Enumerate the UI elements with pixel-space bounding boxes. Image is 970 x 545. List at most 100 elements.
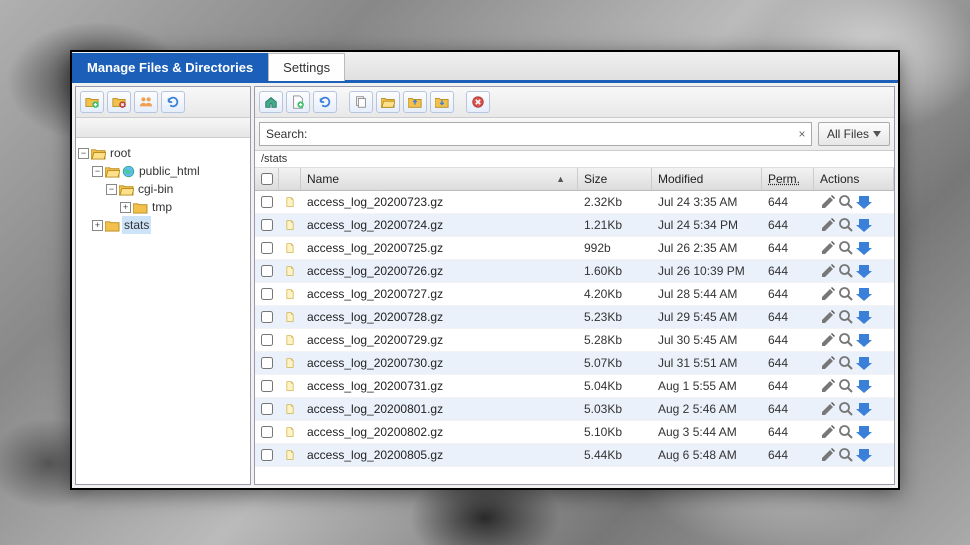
edit-icon[interactable] xyxy=(820,286,836,302)
search-icon[interactable] xyxy=(838,240,854,256)
expand-toggle[interactable]: + xyxy=(120,202,131,213)
search-input[interactable] xyxy=(313,123,793,145)
file-perm[interactable]: 644 xyxy=(762,287,814,301)
file-perm[interactable]: 644 xyxy=(762,195,814,209)
file-perm[interactable]: 644 xyxy=(762,448,814,462)
search-icon[interactable] xyxy=(838,194,854,210)
tab-manage-files[interactable]: Manage Files & Directories xyxy=(72,53,268,81)
delete-button[interactable] xyxy=(466,91,490,113)
file-name[interactable]: access_log_20200801.gz xyxy=(301,402,578,416)
tree-label[interactable]: tmp xyxy=(150,198,174,216)
download-icon[interactable] xyxy=(856,355,872,371)
row-checkbox[interactable] xyxy=(261,403,273,415)
home-button[interactable] xyxy=(259,91,283,113)
download-icon[interactable] xyxy=(856,332,872,348)
row-checkbox[interactable] xyxy=(261,380,273,392)
search-icon[interactable] xyxy=(838,217,854,233)
users-button[interactable] xyxy=(134,91,158,113)
download-icon[interactable] xyxy=(856,401,872,417)
refresh-button[interactable] xyxy=(313,91,337,113)
search-icon[interactable] xyxy=(838,447,854,463)
file-row[interactable]: access_log_20200731.gz5.04KbAug 1 5:55 A… xyxy=(255,375,894,398)
new-file-button[interactable] xyxy=(286,91,310,113)
file-row[interactable]: access_log_20200724.gz1.21KbJul 24 5:34 … xyxy=(255,214,894,237)
file-grid-body[interactable]: access_log_20200723.gz2.32KbJul 24 3:35 … xyxy=(255,191,894,484)
refresh-tree-button[interactable] xyxy=(161,91,185,113)
file-row[interactable]: access_log_20200723.gz2.32KbJul 24 3:35 … xyxy=(255,191,894,214)
search-clear-button[interactable]: × xyxy=(793,127,811,141)
tree-label[interactable]: public_html xyxy=(137,162,202,180)
row-checkbox[interactable] xyxy=(261,449,273,461)
file-name[interactable]: access_log_20200726.gz xyxy=(301,264,578,278)
file-name[interactable]: access_log_20200729.gz xyxy=(301,333,578,347)
perm-column-header[interactable]: Perm. xyxy=(762,168,814,190)
edit-icon[interactable] xyxy=(820,332,836,348)
edit-icon[interactable] xyxy=(820,424,836,440)
file-name[interactable]: access_log_20200728.gz xyxy=(301,310,578,324)
file-perm[interactable]: 644 xyxy=(762,218,814,232)
file-perm[interactable]: 644 xyxy=(762,264,814,278)
tab-settings[interactable]: Settings xyxy=(268,53,345,81)
file-row[interactable]: access_log_20200801.gz5.03KbAug 2 5:46 A… xyxy=(255,398,894,421)
edit-icon[interactable] xyxy=(820,240,836,256)
download-icon[interactable] xyxy=(856,194,872,210)
file-name[interactable]: access_log_20200730.gz xyxy=(301,356,578,370)
search-icon[interactable] xyxy=(838,424,854,440)
row-checkbox[interactable] xyxy=(261,334,273,346)
file-name[interactable]: access_log_20200723.gz xyxy=(301,195,578,209)
download-icon[interactable] xyxy=(856,424,872,440)
file-row[interactable]: access_log_20200805.gz5.44KbAug 6 5:48 A… xyxy=(255,444,894,467)
file-row[interactable]: access_log_20200726.gz1.60KbJul 26 10:39… xyxy=(255,260,894,283)
tree-node-public-html[interactable]: − public_html xyxy=(78,162,248,180)
size-column-header[interactable]: Size xyxy=(578,168,652,190)
file-perm[interactable]: 644 xyxy=(762,356,814,370)
filter-dropdown[interactable]: All Files xyxy=(818,122,890,146)
actions-column-header[interactable]: Actions xyxy=(814,168,894,190)
edit-icon[interactable] xyxy=(820,309,836,325)
search-icon[interactable] xyxy=(838,332,854,348)
file-perm[interactable]: 644 xyxy=(762,379,814,393)
folder-out-button[interactable] xyxy=(403,91,427,113)
file-perm[interactable]: 644 xyxy=(762,402,814,416)
expand-toggle[interactable]: + xyxy=(92,220,103,231)
row-checkbox[interactable] xyxy=(261,242,273,254)
file-name[interactable]: access_log_20200805.gz xyxy=(301,448,578,462)
copy-button[interactable] xyxy=(349,91,373,113)
edit-icon[interactable] xyxy=(820,263,836,279)
row-checkbox[interactable] xyxy=(261,196,273,208)
file-name[interactable]: access_log_20200802.gz xyxy=(301,425,578,439)
modified-column-header[interactable]: Modified xyxy=(652,168,762,190)
file-row[interactable]: access_log_20200728.gz5.23KbJul 29 5:45 … xyxy=(255,306,894,329)
file-row[interactable]: access_log_20200802.gz5.10KbAug 3 5:44 A… xyxy=(255,421,894,444)
edit-icon[interactable] xyxy=(820,194,836,210)
edit-icon[interactable] xyxy=(820,217,836,233)
search-icon[interactable] xyxy=(838,263,854,279)
row-checkbox[interactable] xyxy=(261,357,273,369)
download-icon[interactable] xyxy=(856,447,872,463)
search-icon[interactable] xyxy=(838,355,854,371)
delete-folder-button[interactable] xyxy=(107,91,131,113)
open-folder-button[interactable] xyxy=(376,91,400,113)
file-row[interactable]: access_log_20200727.gz4.20KbJul 28 5:44 … xyxy=(255,283,894,306)
search-icon[interactable] xyxy=(838,309,854,325)
name-column-header[interactable]: Name▲ xyxy=(301,168,578,190)
tree-node-stats[interactable]: + stats xyxy=(78,216,248,234)
file-name[interactable]: access_log_20200731.gz xyxy=(301,379,578,393)
download-icon[interactable] xyxy=(856,378,872,394)
search-icon[interactable] xyxy=(838,286,854,302)
expand-toggle[interactable]: − xyxy=(106,184,117,195)
search-icon[interactable] xyxy=(838,401,854,417)
search-icon[interactable] xyxy=(838,378,854,394)
row-checkbox[interactable] xyxy=(261,265,273,277)
tree-node-cgi-bin[interactable]: − cgi-bin xyxy=(78,180,248,198)
tree-label[interactable]: stats xyxy=(122,216,151,234)
download-icon[interactable] xyxy=(856,263,872,279)
file-row[interactable]: access_log_20200725.gz992bJul 26 2:35 AM… xyxy=(255,237,894,260)
expand-toggle[interactable]: − xyxy=(92,166,103,177)
file-name[interactable]: access_log_20200727.gz xyxy=(301,287,578,301)
row-checkbox[interactable] xyxy=(261,288,273,300)
tree-label[interactable]: cgi-bin xyxy=(136,180,175,198)
new-folder-button[interactable] xyxy=(80,91,104,113)
row-checkbox[interactable] xyxy=(261,311,273,323)
tree-label[interactable]: root xyxy=(108,144,133,162)
